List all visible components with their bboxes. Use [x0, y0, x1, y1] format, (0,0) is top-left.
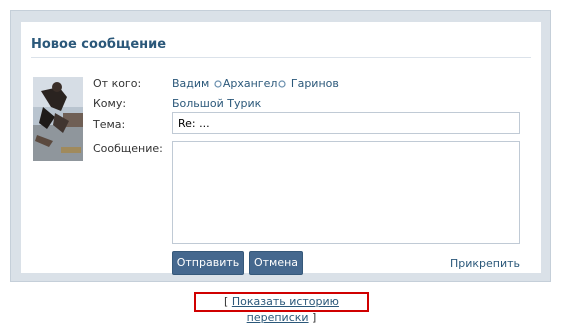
cancel-button[interactable]: Отмена: [249, 251, 303, 275]
sender-first-name[interactable]: Вадим: [172, 77, 209, 90]
sender-avatar[interactable]: [33, 77, 83, 161]
message-label: Сообщение:: [93, 142, 163, 155]
sender-last-name[interactable]: Гаринов: [291, 77, 339, 90]
status-icon: [278, 80, 286, 88]
recipient-name[interactable]: Большой Турик: [172, 97, 261, 110]
to-label: Кому:: [93, 97, 127, 110]
subject-label: Тема:: [93, 118, 126, 131]
open-bracket: [: [224, 295, 229, 308]
subject-input[interactable]: [172, 112, 520, 134]
from-label: От кого:: [93, 77, 142, 90]
message-textarea[interactable]: [172, 141, 520, 244]
send-button[interactable]: Отправить: [172, 251, 244, 275]
close-bracket: ]: [312, 311, 317, 324]
panel-title: Новое сообщение: [31, 37, 167, 52]
sender-nickname[interactable]: Архангел: [223, 77, 278, 90]
show-history-link[interactable]: Показать историю переписки: [232, 295, 339, 324]
show-history-box: [ Показать историю переписки ]: [194, 292, 369, 324]
status-icon: [214, 80, 222, 88]
from-value: Вадим Архангел Гаринов: [172, 77, 339, 90]
message-panel: Новое сообщение От кого: Вадим Архангел …: [21, 22, 541, 275]
message-panel-frame: Новое сообщение От кого: Вадим Архангел …: [10, 10, 551, 282]
attach-link[interactable]: Прикрепить: [450, 257, 520, 270]
skater-photo: [33, 77, 83, 161]
title-divider: [31, 57, 531, 58]
